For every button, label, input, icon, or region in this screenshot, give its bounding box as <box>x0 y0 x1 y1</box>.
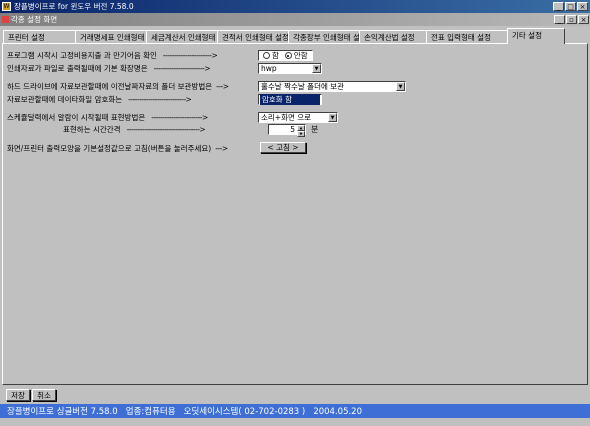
radio-selected-icon <box>284 52 292 59</box>
app-title: 장플병이프로 for 윈도우 버전 7.58.0 <box>14 2 134 11</box>
tab-invoice-print[interactable]: 거래명세표 인쇄형태 <box>75 30 147 44</box>
interval-stepper[interactable]: 5 ▲ ▼ <box>268 124 306 137</box>
tab-profit-calc[interactable]: 손익계산법 설정 <box>359 30 427 44</box>
backup-folder-label: 하드 드라이브에 자료보관할때에 이전날짜자료의 폴더 보관방법은 <box>7 82 213 91</box>
encrypt-select[interactable]: 암호화 함 <box>258 94 322 105</box>
settings-tabs: 프린터 설정 거래명세표 인쇄형태 세금계산서 인쇄형태 견적서 인쇄형태 설정… <box>0 28 590 44</box>
alarm-select[interactable]: 소리+화면 으로 ▼ <box>258 112 338 123</box>
fixed-cost-radiogroup: 함 안함 <box>258 50 313 61</box>
child-restore-button[interactable]: ▫ <box>566 15 577 24</box>
backup-folder-select[interactable]: 홀수날 짝수날 폴더에 보관 ▼ <box>258 81 406 92</box>
app-titlebar: W 장플병이프로 for 윈도우 버전 7.58.0 _ □ × <box>0 0 590 13</box>
interval-label: 표현하는 시간간격 <box>63 125 121 134</box>
file-ext-select[interactable]: hwp ▼ <box>258 63 322 74</box>
app-icon: W <box>2 2 11 11</box>
tab-estimate-print[interactable]: 견적서 인쇄형태 설정 <box>217 30 289 44</box>
reset-row: 화면/프린터 출력모양을 기본설정값으로 고침(버튼을 눌러주세요) ---> <box>7 144 228 153</box>
close-button[interactable]: × <box>577 2 588 11</box>
child-window-icon <box>2 16 9 23</box>
save-button[interactable]: 저장 <box>6 389 30 401</box>
maximize-button[interactable]: □ <box>565 2 576 11</box>
tab-ledger-print[interactable]: 각종장부 인쇄형태 설 <box>288 30 360 44</box>
cancel-button[interactable]: 취소 <box>32 389 56 401</box>
fixed-cost-row: 프로그램 시작시 고정비용지출 과 만기어음 확인 --------------… <box>7 51 218 60</box>
child-window-title: 각종 설정 화면 <box>11 15 58 24</box>
alarm-row: 스케쥴달력에서 알람이 시작될때 표현방법은 -----------------… <box>7 113 208 122</box>
file-ext-label: 인쇄자료가 파일로 출력될때에 기본 확장명은 <box>7 64 148 73</box>
encrypt-row: 자료보관할때에 데이타화일 암호화는 ---------------------… <box>7 95 192 104</box>
tab-printer[interactable]: 프린터 설정 <box>3 30 76 44</box>
child-close-button[interactable]: × <box>578 15 589 24</box>
child-minimize-button[interactable]: _ <box>554 15 565 24</box>
tab-other-settings[interactable]: 기타 설정 <box>507 28 565 44</box>
reset-label: 화면/프린터 출력모양을 기본설정값으로 고침(버튼을 눌러주세요) <box>7 144 212 153</box>
minimize-button[interactable]: _ <box>553 2 564 11</box>
chevron-down-icon[interactable]: ▼ <box>396 82 405 91</box>
chevron-down-icon[interactable]: ▼ <box>312 64 321 73</box>
interval-unit: 분 <box>311 125 319 134</box>
child-window-titlebar: 각종 설정 화면 _ ▫ × <box>0 13 590 26</box>
alarm-label: 스케쥴달력에서 알람이 시작될때 표현방법은 <box>7 113 146 122</box>
tab-tax-invoice-print[interactable]: 세금계산서 인쇄형태 <box>146 30 218 44</box>
fixed-cost-radio-no[interactable]: 안함 <box>284 50 308 61</box>
fixed-cost-radio-yes[interactable]: 함 <box>263 50 279 61</box>
status-bar: 장플병이프로 싱글버전 7.58.0 업종:컴퓨터용 오딧세이시스템( 02-7… <box>0 404 590 418</box>
interval-row: 표현하는 시간간격 ------------------------------… <box>63 125 206 134</box>
reset-button[interactable]: < 고침 > <box>260 142 306 153</box>
chevron-down-icon[interactable]: ▼ <box>328 113 337 122</box>
radio-circle-icon <box>263 52 270 59</box>
file-ext-row: 인쇄자료가 파일로 출력될때에 기본 확장명은 ----------------… <box>7 64 211 73</box>
fixed-cost-label: 프로그램 시작시 고정비용지출 과 만기어음 확인 <box>7 51 157 60</box>
tab-voucher-input[interactable]: 전표 입력형태 설정 <box>426 30 508 44</box>
encrypt-label: 자료보관할때에 데이타화일 암호화는 <box>7 95 123 104</box>
backup-folder-row: 하드 드라이브에 자료보관할때에 이전날짜자료의 폴더 보관방법은 ---> <box>7 82 229 91</box>
spin-down-icon[interactable]: ▼ <box>297 131 305 137</box>
